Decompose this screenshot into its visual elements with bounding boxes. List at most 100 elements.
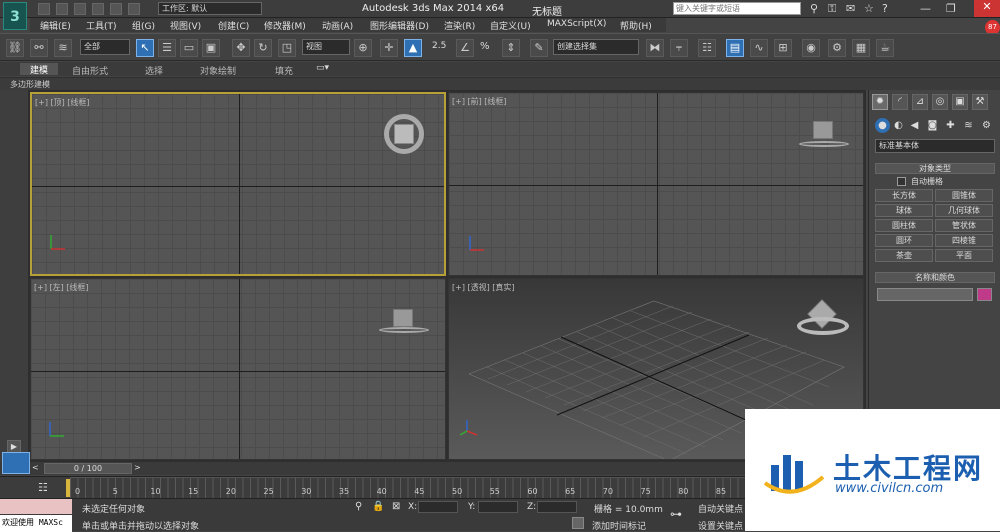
prev-frame-icon[interactable]: < — [32, 463, 42, 474]
align-icon[interactable]: ⫧ — [670, 39, 688, 57]
auto-key-button[interactable]: 自动关键点 — [698, 502, 743, 515]
new-file-icon[interactable] — [38, 3, 50, 15]
object-color-swatch[interactable] — [977, 288, 992, 301]
material-editor-icon[interactable]: ◉ — [802, 39, 820, 57]
spinner-snap-icon[interactable]: ⇕ — [502, 39, 520, 57]
link-icon[interactable]: ⛓ — [6, 39, 24, 57]
spacewarps-icon[interactable]: ≋ — [961, 118, 976, 133]
systems-icon[interactable]: ⚙ — [979, 118, 994, 133]
curve-editor-icon[interactable]: ∿ — [750, 39, 768, 57]
geosphere-button[interactable]: 几何球体 — [935, 204, 993, 217]
object-type-rollout[interactable]: 对象类型 — [875, 163, 995, 174]
unlink-icon[interactable]: ⚯ — [30, 39, 48, 57]
rendered-frame-icon[interactable]: ▦ — [852, 39, 870, 57]
ref-coord-dropdown[interactable]: 视图 — [302, 39, 350, 55]
sphere-button[interactable]: 球体 — [875, 204, 933, 217]
ribbon-tab-modeling[interactable]: 建模 — [20, 63, 59, 76]
help-icon[interactable]: ? — [882, 2, 888, 15]
mirror-icon[interactable]: ⧓ — [646, 39, 664, 57]
render-teapot-icon[interactable]: ☕ — [876, 39, 894, 57]
edit-named-sets-icon[interactable]: ✎ — [530, 39, 548, 57]
viewcube-icon[interactable] — [393, 309, 413, 327]
save-file-icon[interactable] — [74, 3, 86, 15]
modify-tab-icon[interactable]: ◜ — [892, 94, 908, 110]
ribbon-tab-object-paint[interactable]: 对象绘制 — [200, 64, 236, 77]
menu-help[interactable]: 帮助(H) — [620, 19, 652, 32]
favorites-star-icon[interactable]: ☆ — [864, 2, 874, 15]
cameras-icon[interactable]: ◙ — [925, 118, 940, 133]
undo-icon[interactable] — [92, 3, 104, 15]
next-frame-icon[interactable]: > — [134, 463, 144, 474]
viewcube-icon[interactable] — [384, 114, 424, 154]
percent-snap-label[interactable]: % — [480, 41, 490, 52]
set-key-icon[interactable]: ⊶ — [670, 507, 682, 521]
teapot-button[interactable]: 茶壶 — [875, 249, 933, 262]
helpers-icon[interactable]: ✚ — [943, 118, 958, 133]
restore-icon[interactable]: ❐ — [946, 2, 956, 15]
workspace-dropdown[interactable]: 工作区: 默认 — [158, 2, 262, 15]
isolate-icon[interactable]: ⚲ — [355, 501, 362, 512]
render-setup-icon[interactable]: ⚙ — [828, 39, 846, 57]
schematic-view-icon[interactable]: ⊞ — [774, 39, 792, 57]
window-crossing-icon[interactable]: ▣ — [202, 39, 220, 57]
viewport-layout-icon[interactable] — [2, 452, 30, 474]
close-icon[interactable]: ✕ — [974, 0, 1000, 17]
cylinder-button[interactable]: 圆柱体 — [875, 219, 933, 232]
hierarchy-tab-icon[interactable]: ⊿ — [912, 94, 928, 110]
selection-filter-dropdown[interactable]: 全部 — [80, 39, 130, 55]
viewport-top[interactable]: [+] [顶] [线框] — [30, 92, 446, 276]
pyramid-button[interactable]: 四棱锥 — [935, 234, 993, 247]
rotate-icon[interactable]: ↻ — [254, 39, 272, 57]
maxscript-mini-listener-top[interactable] — [0, 499, 72, 514]
viewcube-icon[interactable] — [813, 121, 833, 139]
menu-edit[interactable]: 编辑(E) — [40, 19, 71, 32]
frame-counter[interactable]: 0 / 100 — [44, 463, 132, 474]
torus-button[interactable]: 圆环 — [875, 234, 933, 247]
menu-rendering[interactable]: 渲染(R) — [444, 19, 475, 32]
viewport-front[interactable]: [+] [前] [线框] — [448, 92, 864, 276]
menu-create[interactable]: 创建(C) — [218, 19, 249, 32]
y-coord-input[interactable] — [478, 501, 518, 513]
selection-lock-icon[interactable]: 🔒 — [372, 501, 384, 512]
utilities-tab-icon[interactable]: ⚒ — [972, 94, 988, 110]
binoculars-icon[interactable]: ⚲ — [810, 2, 818, 15]
select-manipulate-icon[interactable]: ✛ — [380, 39, 398, 57]
viewport-label[interactable]: [+] [透视] [真实] — [452, 282, 515, 293]
name-color-rollout[interactable]: 名称和颜色 — [875, 272, 995, 283]
pivot-center-icon[interactable]: ⊕ — [354, 39, 372, 57]
tube-button[interactable]: 管状体 — [935, 219, 993, 232]
plane-button[interactable]: 平面 — [935, 249, 993, 262]
minimize-icon[interactable]: — — [920, 2, 931, 15]
layer-manager-icon[interactable]: ☷ — [698, 39, 716, 57]
ribbon-options-icon[interactable]: ▭▾ — [316, 63, 329, 73]
box-button[interactable]: 长方体 — [875, 189, 933, 202]
menu-group[interactable]: 组(G) — [132, 19, 155, 32]
ribbon-tab-selection[interactable]: 选择 — [145, 64, 163, 77]
shapes-icon[interactable]: ◐ — [891, 118, 906, 133]
z-coord-input[interactable] — [537, 501, 577, 513]
menu-graph-editors[interactable]: 图形编辑器(D) — [370, 19, 429, 32]
autogrid-checkbox[interactable] — [897, 177, 906, 186]
open-file-icon[interactable] — [56, 3, 68, 15]
subscription-icon[interactable]: ⚿ — [828, 2, 836, 16]
snap-toggle-label[interactable]: 2.5 — [432, 41, 446, 51]
bind-space-warp-icon[interactable]: ≋ — [54, 39, 72, 57]
graphite-toggle-icon[interactable]: ▤ — [726, 39, 744, 57]
viewport-label[interactable]: [+] [前] [线框] — [452, 96, 507, 107]
select-by-name-icon[interactable]: ☰ — [158, 39, 176, 57]
redo-icon[interactable] — [110, 3, 122, 15]
display-tab-icon[interactable]: ▣ — [952, 94, 968, 110]
geometry-icon[interactable]: ● — [875, 118, 890, 133]
rect-selection-icon[interactable]: ▭ — [180, 39, 198, 57]
x-coord-input[interactable] — [418, 501, 458, 513]
scale-icon[interactable]: ◳ — [278, 39, 296, 57]
create-tab-icon[interactable]: ✹ — [872, 94, 888, 110]
polygon-modeling-label[interactable]: 多边形建模 — [10, 79, 50, 90]
cone-button[interactable]: 圆锥体 — [935, 189, 993, 202]
menu-customize[interactable]: 自定义(U) — [490, 19, 531, 32]
transform-type-in-icon[interactable]: ⊠ — [392, 501, 400, 512]
select-object-icon[interactable]: ↖ — [136, 39, 154, 57]
maxscript-listener[interactable]: 欢迎使用 MAXSc — [0, 515, 72, 532]
motion-tab-icon[interactable]: ◎ — [932, 94, 948, 110]
app-logo-icon[interactable]: 3 — [3, 2, 27, 30]
